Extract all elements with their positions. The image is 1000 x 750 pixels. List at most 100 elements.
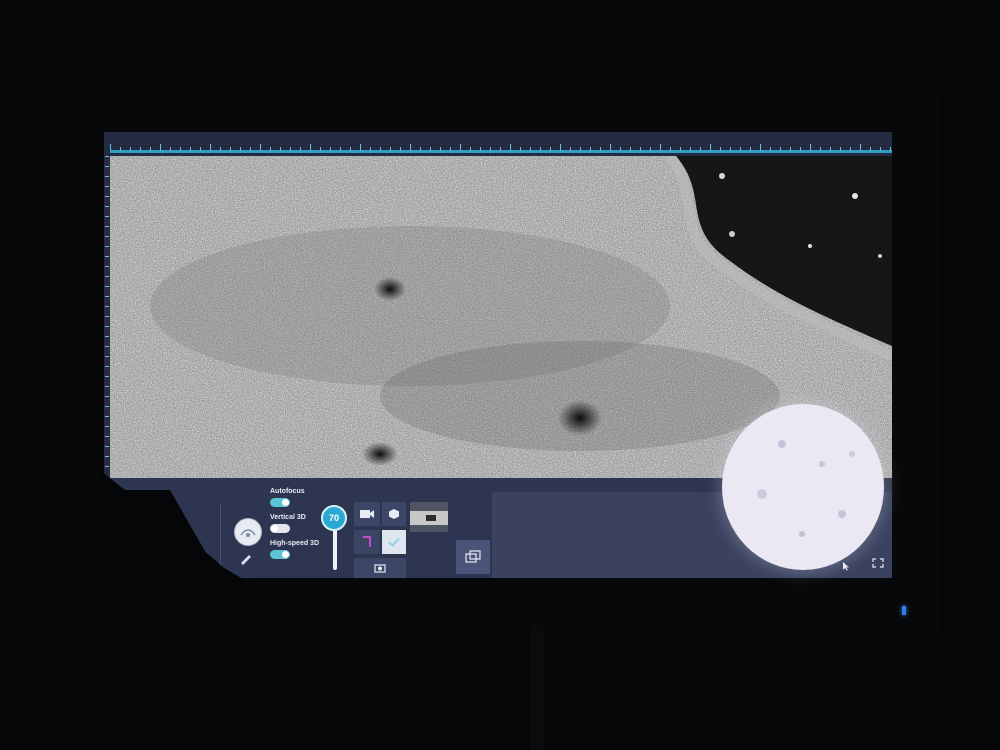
thumbnail-mark bbox=[426, 515, 436, 521]
ruler-tick bbox=[740, 147, 741, 151]
ruler-tick bbox=[700, 147, 701, 151]
ruler-tick bbox=[210, 144, 211, 151]
ruler-tick bbox=[620, 147, 621, 151]
ruler-tick bbox=[105, 446, 109, 447]
ruler-tick bbox=[580, 147, 581, 151]
ruler-tick bbox=[105, 386, 109, 387]
ruler-tick bbox=[160, 144, 161, 151]
ruler-tick bbox=[450, 147, 451, 151]
ruler-tick bbox=[440, 147, 441, 151]
ruler-tick bbox=[330, 147, 331, 151]
ruler-tick bbox=[105, 456, 109, 457]
ruler-tick bbox=[105, 176, 109, 177]
ruler-tick bbox=[105, 436, 109, 437]
power-indicator bbox=[902, 606, 906, 615]
scan-mode-icon[interactable] bbox=[234, 518, 262, 546]
ruler-tick bbox=[230, 147, 231, 151]
ruler-tick bbox=[750, 147, 751, 151]
expand-icon[interactable] bbox=[872, 555, 884, 568]
high-speed-3d-toggle-group: High-speed 3D bbox=[270, 540, 319, 559]
vertical-3d-label: Vertical 3D bbox=[270, 514, 306, 521]
ruler-tick bbox=[105, 236, 109, 237]
ruler-tick bbox=[730, 147, 731, 151]
ruler-tick bbox=[550, 147, 551, 151]
ruler-tick bbox=[105, 206, 109, 207]
ruler-tick bbox=[850, 147, 851, 151]
ruler-tick bbox=[720, 147, 721, 151]
ruler-tick bbox=[890, 147, 891, 151]
ruler-tick bbox=[200, 147, 201, 151]
ruler-tick bbox=[310, 144, 311, 151]
autofocus-toggle[interactable] bbox=[270, 498, 290, 507]
vertical-scan-icon bbox=[363, 536, 371, 547]
cursor-icon bbox=[842, 558, 850, 571]
ruler-tick bbox=[105, 186, 109, 187]
pen-icon[interactable] bbox=[238, 550, 254, 566]
ruler-tick bbox=[570, 147, 571, 151]
ruler-tick bbox=[480, 147, 481, 151]
ruler-tick bbox=[510, 144, 511, 151]
ruler-tick bbox=[660, 144, 661, 151]
export-button[interactable] bbox=[456, 540, 490, 574]
ruler-tick bbox=[105, 166, 109, 167]
fundus-texture bbox=[757, 404, 884, 537]
ruler-tick bbox=[140, 147, 141, 151]
monitor-stand bbox=[530, 625, 544, 750]
ruler-tick bbox=[860, 144, 861, 151]
ruler-tick bbox=[280, 147, 281, 151]
vertical-3d-toggle-group: Vertical 3D bbox=[270, 514, 306, 533]
vertical-scan-button[interactable] bbox=[354, 530, 380, 554]
vertical-3d-toggle[interactable] bbox=[270, 524, 290, 533]
video-capture-button[interactable] bbox=[354, 502, 380, 526]
ruler-tick bbox=[105, 276, 109, 277]
high-speed-3d-toggle[interactable] bbox=[270, 550, 290, 559]
ruler-tick bbox=[290, 147, 291, 151]
checkmark-icon bbox=[388, 537, 400, 547]
ruler-tick bbox=[360, 144, 361, 151]
ruler-tick bbox=[220, 147, 221, 151]
ruler-tick bbox=[420, 147, 421, 151]
ruler-tick bbox=[630, 147, 631, 151]
ruler-tick bbox=[460, 144, 461, 151]
ruler-tick bbox=[130, 147, 131, 151]
fundus-preview[interactable] bbox=[722, 404, 884, 570]
ruler-tick bbox=[250, 147, 251, 151]
ruler-tick bbox=[120, 147, 121, 151]
horizontal-ruler bbox=[104, 132, 892, 156]
ruler-tick bbox=[820, 147, 821, 151]
ruler-tick bbox=[300, 147, 301, 151]
ruler-tick bbox=[105, 416, 109, 417]
panel-divider bbox=[220, 504, 221, 566]
ruler-tick bbox=[170, 147, 171, 151]
snapshot-button[interactable] bbox=[354, 558, 406, 578]
ruler-tick bbox=[560, 144, 561, 151]
volume-scan-button[interactable] bbox=[382, 502, 406, 526]
patient-name: er Esther bbox=[144, 520, 177, 529]
ruler-tick bbox=[540, 147, 541, 151]
cube-icon bbox=[389, 509, 399, 519]
ruler-tick bbox=[105, 296, 109, 297]
intensity-slider-value[interactable]: 70 bbox=[321, 505, 347, 531]
ruler-tick bbox=[350, 147, 351, 151]
ruler-tick bbox=[320, 147, 321, 151]
ruler-tick bbox=[790, 147, 791, 151]
autofocus-toggle-group: Autofocus bbox=[270, 488, 305, 507]
ruler-tick bbox=[105, 246, 109, 247]
patient-dob: 1960 (64) bbox=[144, 530, 179, 539]
ruler-tick bbox=[105, 466, 109, 467]
ruler-tick bbox=[590, 147, 591, 151]
ruler-tick bbox=[780, 147, 781, 151]
ruler-tick bbox=[105, 266, 109, 267]
ruler-tick bbox=[650, 147, 651, 151]
ruler-tick bbox=[430, 147, 431, 151]
ruler-tick bbox=[110, 144, 111, 151]
confirm-button[interactable] bbox=[382, 530, 406, 554]
ruler-tick bbox=[400, 147, 401, 151]
ruler-tick bbox=[380, 147, 381, 151]
high-speed-3d-label: High-speed 3D bbox=[270, 540, 320, 547]
ruler-tick bbox=[390, 147, 391, 151]
ruler-tick bbox=[270, 147, 271, 151]
scan-thumbnail[interactable] bbox=[410, 502, 448, 532]
ruler-tick bbox=[470, 147, 471, 151]
ruler-tick bbox=[520, 147, 521, 151]
